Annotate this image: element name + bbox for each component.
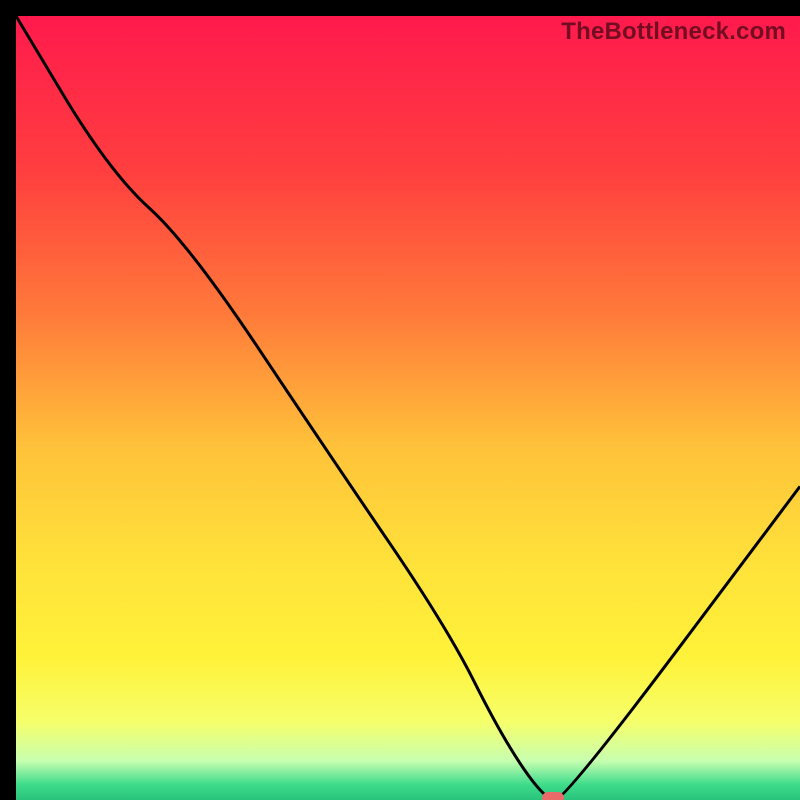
watermark-text: TheBottleneck.com — [561, 18, 786, 46]
bottleneck-curve — [16, 16, 800, 800]
curve-path — [16, 16, 800, 800]
plot-area: TheBottleneck.com — [16, 16, 800, 800]
chart-frame: TheBottleneck.com — [0, 0, 800, 800]
optimal-marker — [542, 792, 564, 800]
